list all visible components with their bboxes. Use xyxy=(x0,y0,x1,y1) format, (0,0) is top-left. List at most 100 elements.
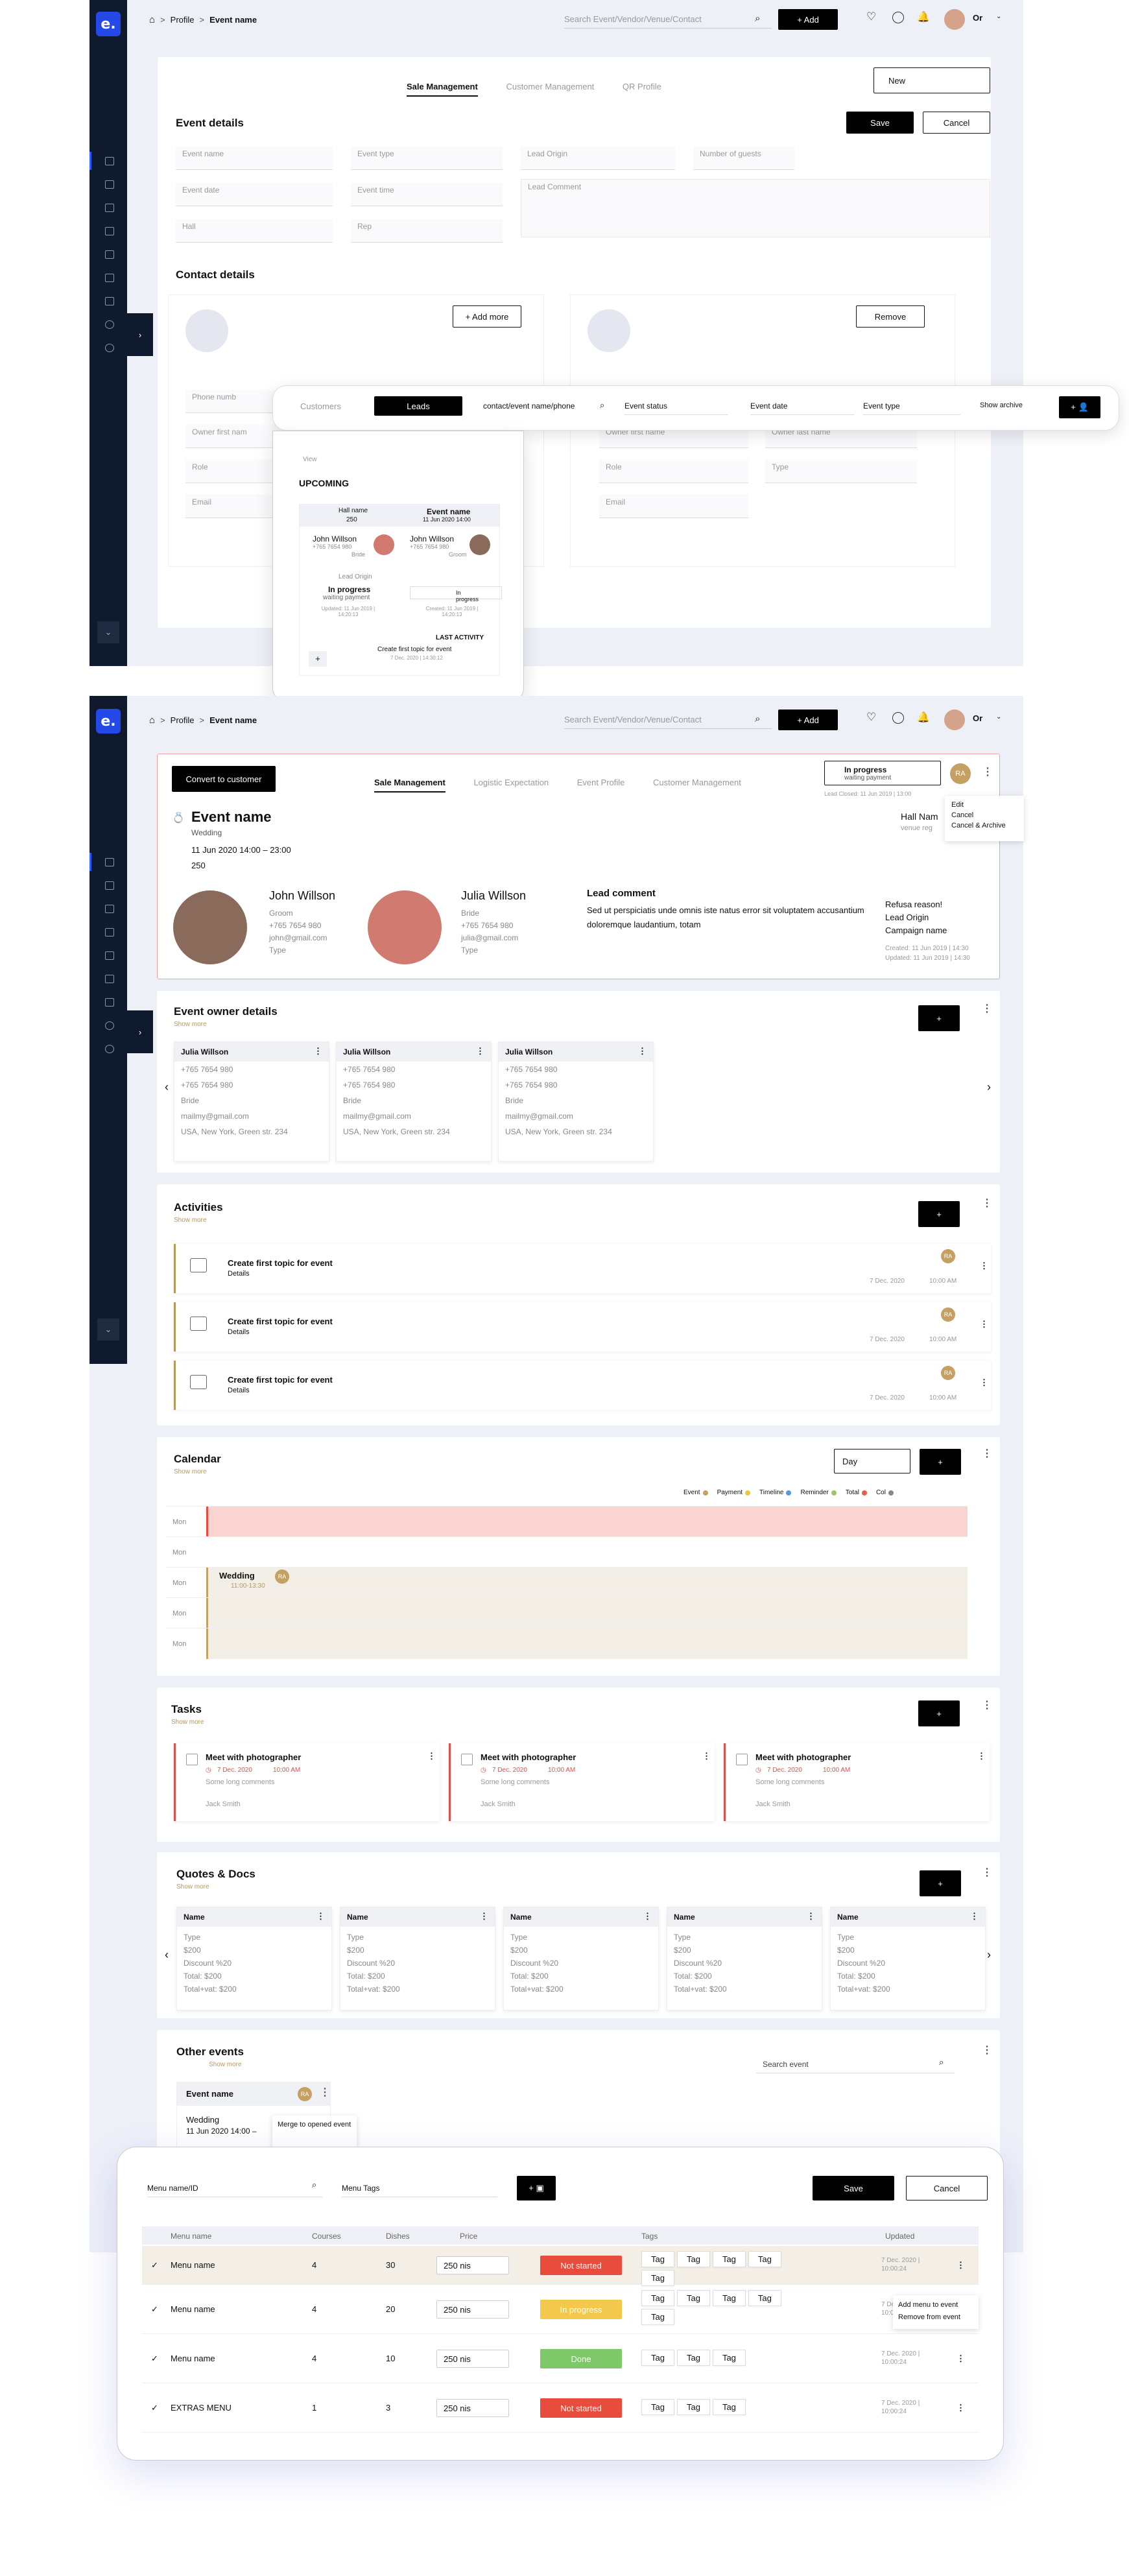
lead-status-select[interactable]: In progress xyxy=(410,586,502,602)
tag[interactable]: Tag xyxy=(712,2399,746,2415)
menu-row[interactable]: ✓ Menu name 4 30 250 nis Not started Tag Tag Tag… xyxy=(142,2246,979,2286)
chevron-down-icon[interactable]: ⌄ xyxy=(996,713,1001,721)
tag[interactable]: Tag xyxy=(748,2251,781,2267)
event-time-field[interactable]: Event time xyxy=(351,183,503,206)
flag-icon[interactable] xyxy=(105,905,114,913)
menu-cancel[interactable]: Cancel xyxy=(951,810,1017,820)
phone-field[interactable]: Phone numb xyxy=(185,390,276,413)
more-options-icon[interactable]: ⋮ xyxy=(970,1911,979,1922)
more-options-icon[interactable]: ⋮ xyxy=(982,1199,992,1209)
task-card[interactable]: Meet with photographer ◷ 7 Dec. 2020 10:00 … xyxy=(724,1743,990,1821)
image-icon[interactable] xyxy=(105,951,114,960)
event-date-field[interactable]: Event date xyxy=(176,183,333,206)
more-options-icon[interactable]: ⋮ xyxy=(480,1911,488,1922)
owner-card[interactable]: Julia Willson ⋮ +765 7654 980 +765 7654 980… xyxy=(498,1042,654,1162)
add-task-button[interactable]: + xyxy=(918,1700,960,1726)
chart-icon[interactable] xyxy=(105,975,114,983)
add-owner-button[interactable]: + xyxy=(918,1005,960,1031)
tasks-show-more[interactable]: Show more xyxy=(171,1719,204,1726)
check-icon[interactable]: ✓ xyxy=(151,2354,158,2364)
home-icon[interactable]: ⌂ xyxy=(149,14,155,25)
menu-price-select[interactable]: 250 nis xyxy=(436,2350,509,2368)
add-button[interactable]: + Add xyxy=(778,710,838,730)
chart-icon[interactable] xyxy=(105,274,114,282)
more-options-icon[interactable]: ⋮ xyxy=(982,767,993,778)
more-options-icon[interactable]: ⋮ xyxy=(316,1911,325,1922)
tag[interactable]: Tag xyxy=(676,2290,710,2306)
global-search-input[interactable]: Search Event/Vendor/Venue/Contact xyxy=(564,711,772,729)
expand-tab[interactable]: › xyxy=(127,1010,153,1053)
tab-qr-profile[interactable]: QR Profile xyxy=(623,82,661,91)
add-calendar-button[interactable]: + xyxy=(920,1449,961,1475)
save-button[interactable]: Save xyxy=(813,2176,894,2200)
activity-row[interactable]: Create first topic for event Details RA 7 D… xyxy=(174,1361,991,1410)
check-icon[interactable]: ✓ xyxy=(151,2260,158,2271)
quotes-show-more[interactable]: Show more xyxy=(176,1883,209,1890)
tab-logistic-expectation[interactable]: Logistic Expectation xyxy=(473,778,549,787)
help-icon[interactable] xyxy=(105,1045,114,1053)
chat-bubble-icon[interactable] xyxy=(892,712,904,724)
more-options-icon[interactable]: ⋮ xyxy=(807,1911,815,1922)
quote-card[interactable]: Name ⋮ Type $200 Discount %20 Total: $200 Tota… xyxy=(176,1907,332,2010)
menu-status-badge[interactable]: Done xyxy=(540,2349,622,2368)
check-icon[interactable]: ✓ xyxy=(151,2304,158,2315)
tag[interactable]: Tag xyxy=(712,2350,746,2366)
remove-from-event[interactable]: Remove from event xyxy=(898,2311,973,2324)
add-menu-button[interactable]: + ▣ xyxy=(517,2176,556,2200)
menu-row[interactable]: ✓ Menu name 4 10 250 nis Done Tag Tag Tag 7 Dec. … xyxy=(142,2334,979,2383)
check-icon[interactable]: ✓ xyxy=(151,2403,158,2413)
leads-search-input[interactable]: contact/event name/phone xyxy=(483,401,575,411)
owner-card[interactable]: Julia Willson ⋮ +765 7654 980 +765 7654 980… xyxy=(336,1042,492,1162)
task-checkbox[interactable] xyxy=(736,1754,748,1765)
tag[interactable]: Tag xyxy=(641,2290,674,2306)
event-date-select[interactable]: Event date xyxy=(750,401,854,415)
more-options-icon[interactable]: ⋮ xyxy=(957,2354,965,2364)
owners-show-more[interactable]: Show more xyxy=(174,1021,207,1028)
merge-context-menu[interactable]: Merge to opened event xyxy=(272,2116,357,2148)
menu-row[interactable]: ✓ Menu name 4 20 250 nis In progress Tag Tag Tag… xyxy=(142,2285,979,2334)
rep-select[interactable]: Rep xyxy=(351,219,503,243)
avatar[interactable] xyxy=(944,9,965,30)
search-icon[interactable]: ⌕ xyxy=(755,13,760,24)
add-activity-button[interactable]: + xyxy=(918,1201,960,1227)
rep-avatar[interactable]: RA xyxy=(950,763,971,784)
tab-sale-management[interactable]: Sale Management xyxy=(407,82,478,97)
lead-origin-select[interactable]: Lead Origin xyxy=(521,147,675,170)
event-name-field[interactable]: Event name xyxy=(176,147,333,170)
bell-icon[interactable]: 🔔 xyxy=(917,10,930,23)
add-quote-button[interactable]: + xyxy=(920,1870,961,1896)
add-activity-button[interactable]: + xyxy=(309,651,327,667)
search-event-input[interactable]: Search event xyxy=(756,2056,955,2073)
chevron-down-icon[interactable]: ⌄ xyxy=(996,13,1001,20)
more-options-icon[interactable]: ⋮ xyxy=(982,1868,992,1878)
tab-customer-management[interactable]: Customer Management xyxy=(506,82,594,91)
menu-status-badge[interactable]: Not started xyxy=(540,2256,622,2275)
more-options-icon[interactable]: ⋮ xyxy=(980,1261,988,1271)
search-icon[interactable]: ⌕ xyxy=(600,400,604,411)
bell-icon[interactable]: 🔔 xyxy=(917,711,930,724)
calendar-icon[interactable] xyxy=(105,858,114,866)
collapse-icon[interactable]: ⌄ xyxy=(97,621,119,643)
add-lead-button[interactable]: + 👤 xyxy=(1059,396,1100,418)
menu-edit[interactable]: Edit xyxy=(951,800,1017,810)
calendar-view-select[interactable]: Day xyxy=(834,1449,910,1473)
heart-icon[interactable]: ♡ xyxy=(866,711,876,724)
cancel-button[interactable]: Cancel xyxy=(923,112,990,134)
avatar[interactable] xyxy=(944,710,965,730)
more-options-icon[interactable]: ⋮ xyxy=(980,1377,988,1388)
more-options-icon[interactable]: ⋮ xyxy=(982,1449,992,1459)
menu-status-badge[interactable]: Not started xyxy=(540,2398,622,2418)
chat-icon[interactable] xyxy=(105,998,114,1007)
tag[interactable]: Tag xyxy=(676,2399,710,2415)
quote-card[interactable]: Name ⋮ Type $200 Discount %20 Total: $200 Tota… xyxy=(667,1907,822,2010)
tab-sale-management[interactable]: Sale Management xyxy=(374,778,446,793)
flag-icon[interactable] xyxy=(105,204,114,212)
activities-show-more[interactable]: Show more xyxy=(174,1217,207,1224)
email-field[interactable]: Email xyxy=(599,495,748,518)
add-more-button[interactable]: + Add more xyxy=(453,305,521,328)
menu-price-select[interactable]: 250 nis xyxy=(436,2300,509,2319)
menu-search-input[interactable]: Menu name/ID xyxy=(147,2180,322,2197)
cancel-button[interactable]: Cancel xyxy=(906,2176,988,2200)
menu-tags-select[interactable]: Menu Tags xyxy=(342,2180,497,2197)
more-options-icon[interactable]: ⋮ xyxy=(980,1319,988,1330)
